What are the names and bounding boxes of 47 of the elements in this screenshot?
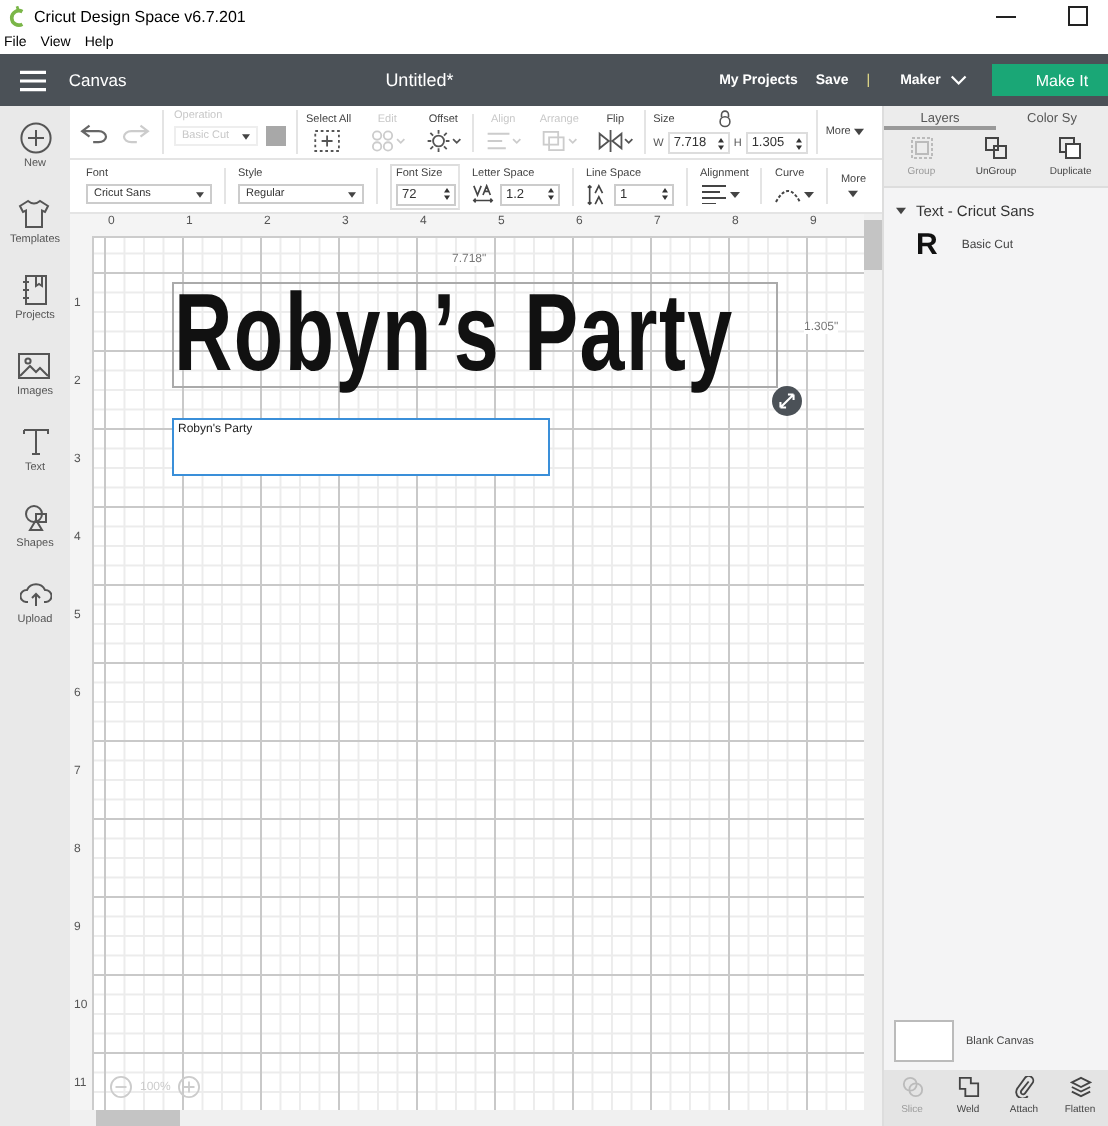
vertical-scrollbar[interactable]: [864, 214, 882, 1126]
chevron-down-icon[interactable]: [950, 74, 968, 86]
scrollbar-thumb[interactable]: [864, 220, 882, 270]
section-title: Canvas: [68, 70, 129, 90]
caret-icon[interactable]: [854, 128, 865, 136]
selection-box[interactable]: Robyn’s Party: [172, 282, 778, 388]
offset-icon[interactable]: [423, 129, 464, 151]
stepper-arrows-icon[interactable]: [795, 137, 802, 149]
caret-icon[interactable]: [196, 191, 204, 197]
resize-handle-icon[interactable]: [772, 386, 802, 416]
stepper-arrows-icon[interactable]: [662, 188, 668, 200]
canvas-thumbnail[interactable]: [894, 1020, 954, 1062]
layer-thumbnail: R: [916, 228, 938, 262]
project-title: Untitled*: [385, 70, 456, 90]
flatten-icon[interactable]: [1069, 1076, 1091, 1098]
lock-icon[interactable]: [718, 110, 733, 128]
cloud-upload-icon[interactable]: [19, 578, 51, 610]
weld-icon[interactable]: [957, 1076, 979, 1098]
tshirt-icon[interactable]: [18, 198, 51, 230]
menu-icon[interactable]: [20, 69, 47, 91]
align-text-icon[interactable]: [700, 184, 740, 204]
caret-icon[interactable]: [896, 206, 906, 216]
paperclip-icon[interactable]: [1013, 1076, 1035, 1098]
caret-icon[interactable]: [242, 133, 250, 139]
shapes-icon[interactable]: [19, 502, 51, 534]
stepper-arrows-icon[interactable]: [548, 188, 554, 200]
stepper-arrows-icon[interactable]: [717, 137, 724, 149]
stepper-arrows-icon[interactable]: [444, 188, 450, 200]
picture-icon[interactable]: [18, 350, 51, 382]
duplicate-icon[interactable]: [1058, 136, 1083, 160]
horizontal-scrollbar[interactable]: [70, 1110, 864, 1126]
line-spacing-icon: [586, 183, 608, 205]
flip-icon[interactable]: [595, 129, 636, 151]
curve-icon[interactable]: [774, 184, 815, 204]
notebook-icon[interactable]: [19, 274, 51, 306]
color-swatch[interactable]: [266, 126, 286, 146]
undo-icon[interactable]: [80, 121, 110, 143]
caret-icon[interactable]: [348, 191, 356, 197]
caret-icon[interactable]: [848, 190, 859, 198]
scrollbar-thumb[interactable]: [96, 1110, 180, 1126]
maximize-icon[interactable]: [1068, 6, 1088, 26]
plus-circle-icon[interactable]: [19, 122, 51, 154]
letter-t-icon[interactable]: [19, 426, 51, 458]
ungroup-icon[interactable]: [983, 136, 1008, 160]
app-logo-icon: [8, 5, 26, 27]
window-title: Cricut Design Space v6.7.201: [34, 7, 246, 25]
letter-spacing-icon: [472, 183, 494, 205]
